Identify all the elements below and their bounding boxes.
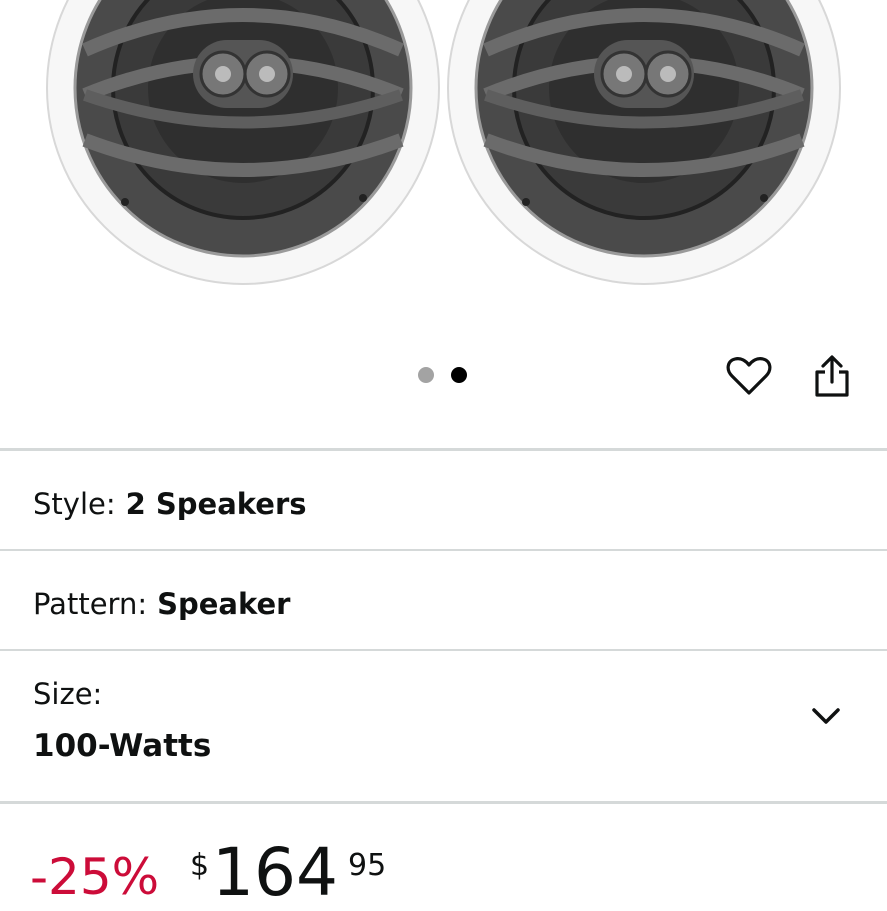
pager-dot-2[interactable]	[451, 367, 467, 383]
heart-icon	[726, 357, 772, 395]
pager-dot-1[interactable]	[418, 367, 434, 383]
size-value: 100-Watts	[33, 728, 212, 764]
row-divider	[0, 649, 887, 651]
section-divider	[0, 801, 887, 804]
discount-percent: -25%	[30, 848, 160, 906]
chevron-down-icon[interactable]	[806, 696, 846, 736]
share-button[interactable]	[808, 352, 856, 400]
style-label: Style:	[33, 487, 116, 521]
image-pager-dots	[418, 367, 467, 383]
pattern-value: Speaker	[157, 587, 291, 621]
size-label: Size:	[33, 677, 103, 711]
pattern-label: Pattern:	[33, 587, 148, 621]
product-image-gallery[interactable]	[0, 0, 887, 340]
wishlist-button[interactable]	[725, 352, 773, 400]
pattern-option-row[interactable]: Pattern: Speaker	[33, 587, 290, 621]
price-fraction: 95	[348, 848, 387, 883]
section-divider	[0, 448, 887, 451]
share-icon	[815, 355, 849, 397]
speaker-image-right	[446, 0, 842, 286]
style-option-row[interactable]: Style: 2 Speakers	[33, 487, 307, 521]
speaker-image-left	[45, 0, 441, 286]
price-whole: 164	[212, 834, 338, 911]
row-divider	[0, 549, 887, 551]
style-value: 2 Speakers	[125, 487, 307, 521]
price-currency-symbol: $	[190, 848, 210, 883]
